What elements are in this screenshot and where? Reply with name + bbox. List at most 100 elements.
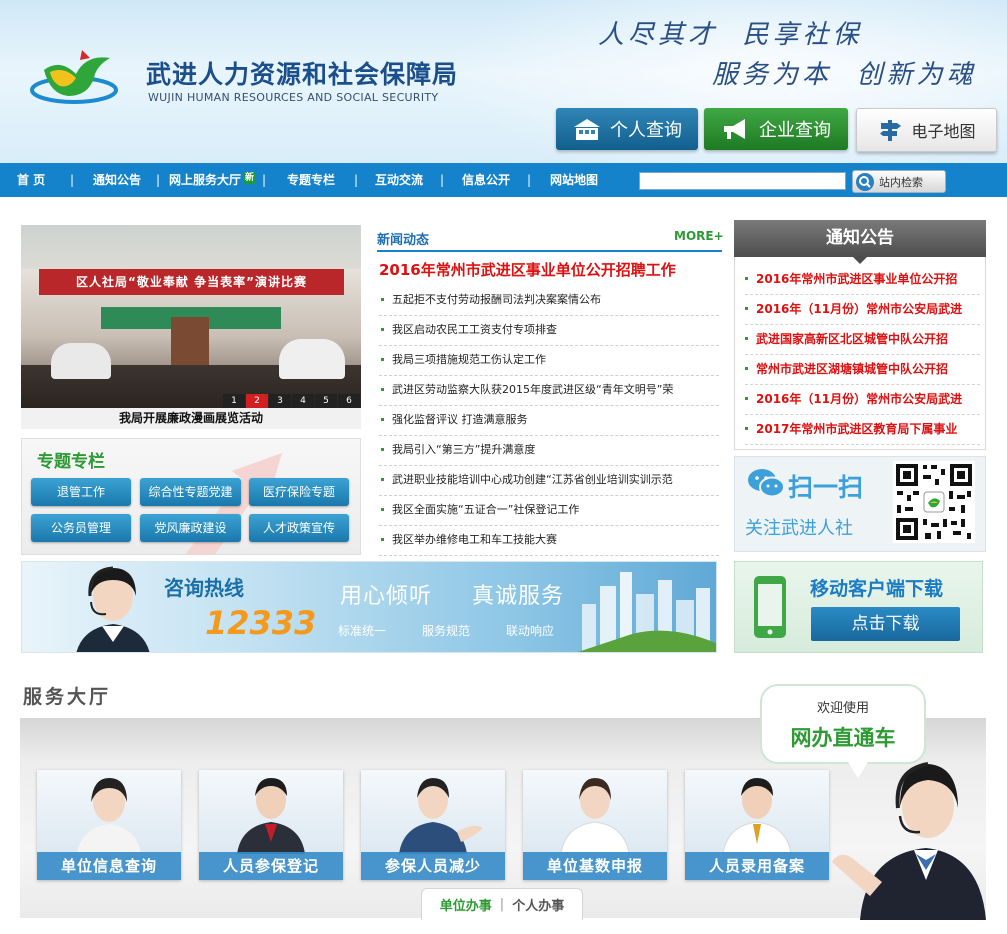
follow-subtitle: 关注武进人社 (745, 518, 853, 539)
news-slideshow[interactable]: 区人社局“敬业奉献 争当表率”演讲比赛 (21, 225, 361, 410)
nav-online-service-hall[interactable]: 网上服务大厅新 (169, 163, 257, 197)
notice-title: 通知公告 (734, 220, 986, 264)
hotline-tag: 联动响应 (506, 624, 555, 638)
news-item[interactable]: 我区启动农民工工资支付专项排查 (379, 315, 719, 346)
enterprise-query-button[interactable]: 企业查询 (704, 108, 848, 150)
special-topics-title: 专题专栏 (37, 452, 105, 472)
tab-personal-affairs[interactable]: 个人办事 (512, 895, 564, 914)
service-card-base-declaration[interactable]: 单位基数申报 (523, 770, 667, 880)
service-hall-bottom (20, 918, 986, 934)
topic-medical-insurance-button[interactable]: 医疗保险专题 (249, 478, 349, 506)
nav-notices[interactable]: 通知公告 (93, 163, 141, 197)
slogan-line2: 服务为本 创新为魂 (712, 60, 977, 90)
new-badge: 新 (243, 172, 257, 184)
news-item[interactable]: 我区全面实施“五证合一”社保登记工作 (379, 495, 719, 526)
news-item[interactable]: 武进职业技能培训中心成功创建“江苏省创业培训实训示范 (379, 465, 719, 496)
hotline-number: 12333 (205, 604, 317, 642)
personal-query-label: 个人查询 (610, 120, 682, 141)
site-name: 武进人力资源和社会保障局 (146, 60, 459, 89)
scan-title: 扫一扫 (788, 473, 864, 502)
news-item[interactable]: 我区举办维修电工和车工技能大赛 (379, 525, 719, 556)
topic-retirement-button[interactable]: 退管工作 (31, 478, 131, 506)
notice-item[interactable]: 2016年（11月份）常州市公安局武进 (745, 294, 980, 325)
nav-special-topics[interactable]: 专题专栏 (287, 163, 335, 197)
megaphone-icon (724, 119, 745, 139)
slide-person (279, 339, 345, 379)
hotline-slogan1: 用心倾听 (340, 584, 433, 609)
topic-talent-policy-button[interactable]: 人才政策宣传 (249, 514, 349, 542)
city-skyline-decoration (578, 572, 716, 652)
news-title: 新闻动态 (377, 233, 430, 248)
news-more-link[interactable]: MORE+ (674, 229, 724, 243)
tab-separator: | (499, 897, 505, 912)
topic-integrity-button[interactable]: 党风廉政建设 (140, 514, 241, 542)
qr-code-icon (893, 461, 975, 543)
mobile-phone-icon (754, 576, 786, 638)
nav-home[interactable]: 首 页 (17, 163, 45, 197)
bubble-welcome-text: 欢迎使用 (816, 701, 869, 716)
service-card-reduction[interactable]: 参保人员减少 (361, 770, 505, 880)
hotline-tag: 标准统一 (338, 624, 387, 638)
card-label: 人员参保登记 (199, 852, 343, 880)
nav-separator: | (354, 173, 359, 187)
nav-online-service-hall-label: 网上服务大厅 (169, 173, 242, 187)
nav-separator: | (262, 173, 267, 187)
nav-interaction[interactable]: 互动交流 (375, 163, 423, 197)
notice-item[interactable]: 武进国家高新区北区城管中队公开招 (745, 324, 980, 355)
enterprise-query-label: 企业查询 (759, 120, 831, 141)
nav-sitemap[interactable]: 网站地图 (550, 163, 598, 197)
notice-item[interactable]: 2017年常州市武进区教育局下属事业 (745, 414, 980, 445)
news-headline[interactable]: 2016年常州市武进区事业单位公开招聘工作 (379, 259, 676, 280)
site-search-button[interactable]: 站内检索 (852, 170, 946, 193)
nav-separator: | (440, 173, 445, 187)
tab-unit-affairs[interactable]: 单位办事 (440, 895, 492, 914)
news-item[interactable]: 我局三项措施规范工伤认定工作 (379, 345, 719, 376)
person-worker-image (722, 778, 792, 854)
nav-info-disclosure[interactable]: 信息公开 (462, 163, 510, 197)
slide-page-5[interactable]: 5 (315, 394, 337, 408)
signpost-icon (880, 120, 902, 141)
slide-page-6[interactable]: 6 (338, 394, 360, 408)
e-map-button[interactable]: 电子地图 (856, 108, 997, 152)
notice-item[interactable]: 2016年（11月份）常州市公安局武进 (745, 384, 980, 415)
slogan-line1: 人尽其才 民享社保 (598, 20, 863, 50)
service-card-enrollment[interactable]: 人员参保登记 (199, 770, 343, 880)
news-item[interactable]: 武进区劳动监察大队获2015年度武进区级“青年文明号”荣 (379, 375, 719, 406)
slide-page-3[interactable]: 3 (269, 394, 291, 408)
topic-party-building-button[interactable]: 综合性专题党建 (140, 478, 241, 506)
news-item[interactable]: 五起拒不支付劳动报酬司法判决案案情公布 (379, 285, 719, 316)
mobile-download-button[interactable]: 点击下载 (811, 607, 960, 641)
slide-page-4[interactable]: 4 (292, 394, 314, 408)
slide-page-2[interactable]: 2 (246, 394, 268, 408)
service-card-hiring-record[interactable]: 人员录用备案 (685, 770, 829, 880)
news-item[interactable]: 我局引入“第三方”提升满意度 (379, 435, 719, 466)
topic-civil-servant-button[interactable]: 公务员管理 (31, 514, 131, 542)
slide-caption[interactable]: 我局开展廉政漫画展览活动 (21, 408, 361, 429)
news-item[interactable]: 强化监督评议 打造满意服务 (379, 405, 719, 436)
slide-pager: 1 2 3 4 5 6 (222, 394, 360, 408)
slide-page-1[interactable]: 1 (223, 394, 245, 408)
person-female-image (77, 778, 141, 854)
person-male-image (237, 778, 305, 854)
slide-banner: 区人社局“敬业奉献 争当表率”演讲比赛 (39, 269, 344, 295)
person-agent-image (399, 778, 483, 854)
card-label: 单位基数申报 (523, 852, 667, 880)
hotline-tag: 服务规范 (422, 624, 471, 638)
nav-separator: | (70, 173, 75, 187)
nav-separator: | (527, 173, 532, 187)
notice-item[interactable]: 常州市武进区湖塘镇城管中队公开招 (745, 354, 980, 385)
hotline-slogan2: 真诚服务 (472, 584, 565, 609)
mobile-download-title: 移动客户端下载 (810, 578, 944, 600)
building-icon (574, 119, 600, 140)
site-header: 武进人力资源和社会保障局 WUJIN HUMAN RESOURCES AND S… (0, 0, 1007, 163)
search-icon (856, 172, 874, 191)
site-search-label: 站内检索 (879, 175, 923, 189)
site-search-input[interactable] (639, 172, 846, 190)
service-tabs: 单位办事 | 个人办事 (421, 888, 583, 920)
hotline-title: 咨询热线 (164, 576, 244, 600)
personal-query-button[interactable]: 个人查询 (556, 108, 698, 150)
logo-bird-icon (30, 50, 118, 104)
e-map-label: 电子地图 (911, 122, 976, 141)
service-card-unit-info[interactable]: 单位信息查询 (37, 770, 181, 880)
notice-item[interactable]: 2016年常州市武进区事业单位公开招 (745, 264, 980, 295)
